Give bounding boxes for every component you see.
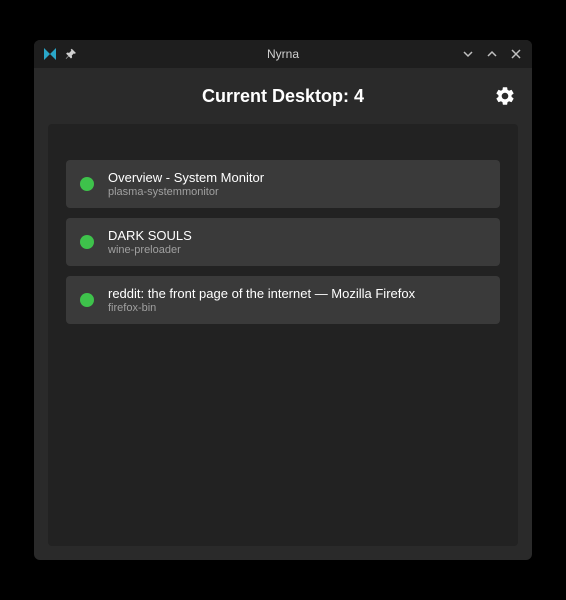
status-dot-running: [80, 177, 94, 191]
gear-icon[interactable]: [494, 85, 516, 107]
item-text: Overview - System Monitor plasma-systemm…: [108, 170, 264, 198]
pin-icon[interactable]: [64, 47, 78, 61]
titlebar-left: [42, 46, 78, 62]
item-process: firefox-bin: [108, 302, 415, 314]
process-list: Overview - System Monitor plasma-systemm…: [66, 160, 500, 324]
titlebar: Nyrna: [34, 40, 532, 68]
item-process: wine-preloader: [108, 244, 192, 256]
item-title: reddit: the front page of the internet —…: [108, 286, 415, 301]
item-text: DARK SOULS wine-preloader: [108, 228, 192, 256]
titlebar-controls: [460, 46, 524, 62]
content-panel: Overview - System Monitor plasma-systemm…: [48, 124, 518, 546]
item-text: reddit: the front page of the internet —…: [108, 286, 415, 314]
app-window: Nyrna Current Desktop: 4: [34, 40, 532, 560]
status-dot-running: [80, 235, 94, 249]
list-item[interactable]: Overview - System Monitor plasma-systemm…: [66, 160, 500, 208]
header: Current Desktop: 4: [34, 68, 532, 124]
page-title: Current Desktop: 4: [202, 86, 364, 107]
list-item[interactable]: DARK SOULS wine-preloader: [66, 218, 500, 266]
status-dot-running: [80, 293, 94, 307]
list-item[interactable]: reddit: the front page of the internet —…: [66, 276, 500, 324]
minimize-button[interactable]: [460, 46, 476, 62]
app-icon: [42, 46, 58, 62]
item-process: plasma-systemmonitor: [108, 186, 264, 198]
window-title: Nyrna: [267, 47, 299, 61]
item-title: DARK SOULS: [108, 228, 192, 243]
item-title: Overview - System Monitor: [108, 170, 264, 185]
close-button[interactable]: [508, 46, 524, 62]
maximize-button[interactable]: [484, 46, 500, 62]
